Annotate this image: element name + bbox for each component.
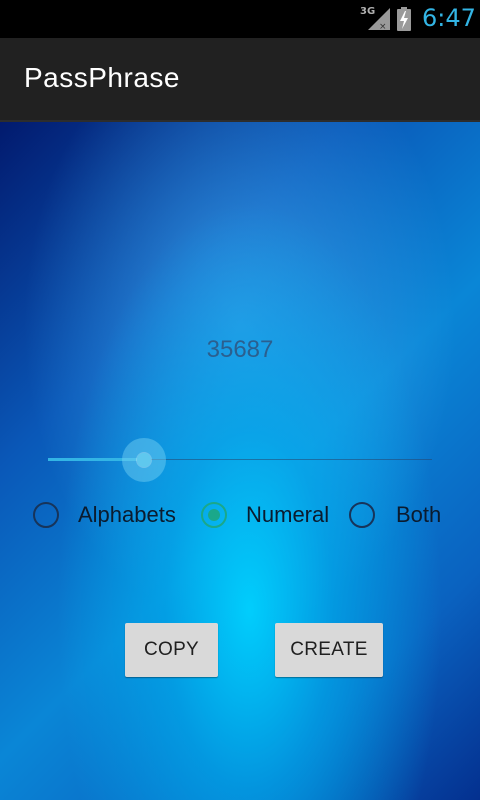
radio-label-alphabets[interactable]: Alphabets: [78, 502, 176, 528]
passphrase-display: 35687: [206, 336, 274, 363]
radio-label-both[interactable]: Both: [396, 502, 441, 528]
slider-thumb[interactable]: [137, 453, 151, 467]
radio-option-both[interactable]: Both: [349, 498, 441, 532]
main-content: 35687 Alphabets Numeral Both COPY CREATE: [0, 122, 480, 800]
status-bar: 3G × 6:47: [0, 0, 480, 38]
svg-text:×: ×: [379, 22, 387, 30]
length-slider[interactable]: [48, 438, 432, 482]
radio-button-both[interactable]: [349, 502, 375, 528]
network-indicator: 3G ×: [360, 6, 390, 30]
radio-option-alphabets[interactable]: Alphabets: [33, 498, 176, 532]
app-screen: 3G × 6:47 PassPhrase 35687 Alphabets Num…: [0, 0, 480, 800]
create-button[interactable]: CREATE: [275, 623, 383, 677]
battery-charging-icon: [397, 7, 411, 31]
signal-no-data-icon: ×: [368, 8, 390, 30]
radio-button-numeral[interactable]: [201, 502, 227, 528]
character-type-radio-group: Alphabets Numeral Both: [0, 498, 480, 532]
clock-time: 6:47: [422, 4, 476, 32]
radio-option-numeral[interactable]: Numeral: [201, 498, 329, 532]
radio-label-numeral[interactable]: Numeral: [246, 502, 329, 528]
radio-button-alphabets[interactable]: [33, 502, 59, 528]
copy-button[interactable]: COPY: [125, 623, 218, 677]
app-title: PassPhrase: [24, 62, 180, 93]
action-bar: PassPhrase: [0, 38, 480, 122]
